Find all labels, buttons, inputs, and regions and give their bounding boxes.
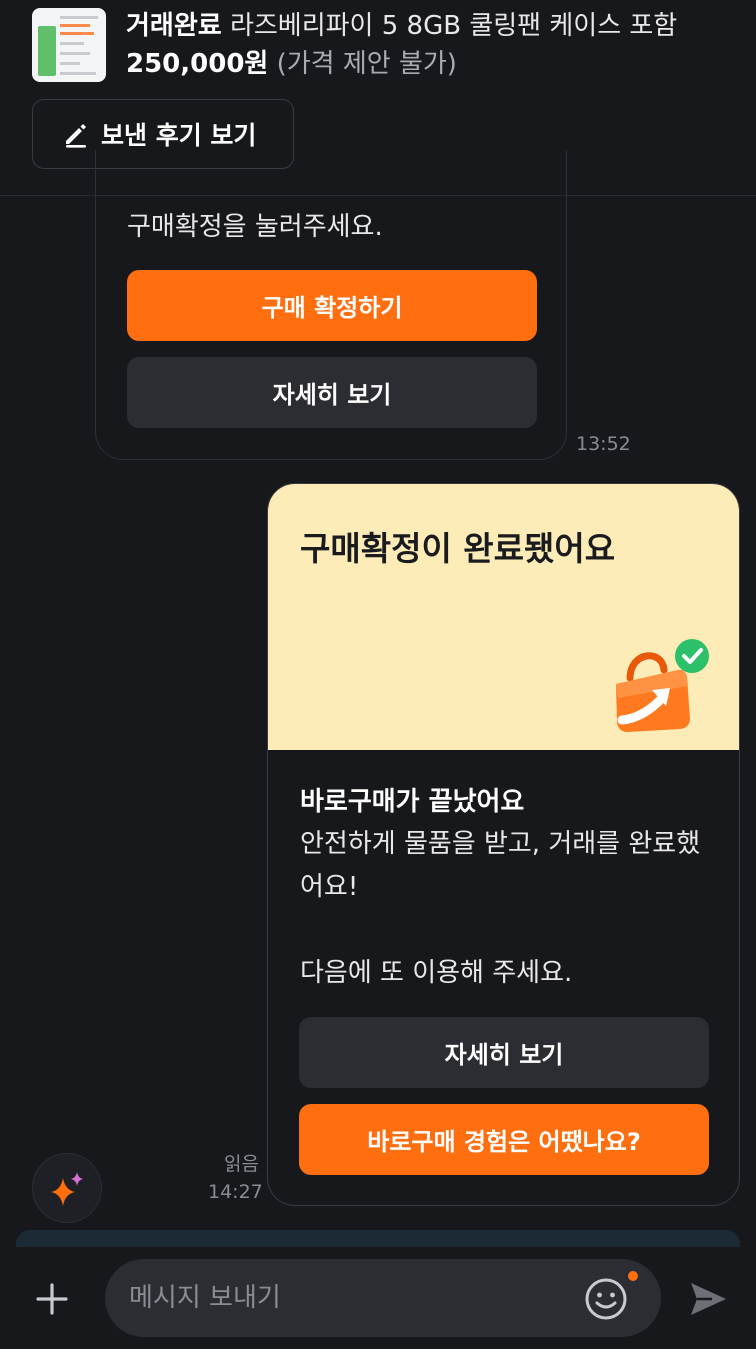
plus-icon <box>36 1283 68 1315</box>
thumbnail-line <box>60 24 90 27</box>
purchase-complete-card: 구매확정이 완료됐어요 바로구매가 끝났어요 안전하게 물품을 받고, 거래를 … <box>267 483 740 1206</box>
message-time: 13:52 <box>576 433 631 455</box>
emoji-icon[interactable] <box>584 1277 628 1321</box>
feedback-label: 바로구매 경험은 어땠나요? <box>367 1128 641 1156</box>
thumbnail-line <box>60 62 80 65</box>
complete-title: 바로구매가 끝났어요 <box>300 787 525 817</box>
product-title-row[interactable]: 거래완료 라즈베리파이 5 8GB 쿨링팬 케이스 포함 <box>126 8 677 44</box>
confirm-purchase-button[interactable]: 구매 확정하기 <box>127 270 537 341</box>
ai-assistant-button[interactable] <box>32 1153 102 1223</box>
message-input-bar <box>0 1247 756 1349</box>
pencil-icon <box>66 124 86 148</box>
shopping-bag-check-icon <box>616 639 709 732</box>
view-sent-review-label: 보낸 후기 보기 <box>101 121 257 150</box>
thumbnail-line <box>60 72 96 75</box>
feedback-button[interactable]: 바로구매 경험은 어땠나요? <box>299 1104 709 1175</box>
complete-banner-title: 구매확정이 완료됐어요 <box>300 529 616 568</box>
price-note: (가격 제안 불가) <box>276 49 457 79</box>
thumbnail-line <box>60 16 98 19</box>
view-details-label: 자세히 보기 <box>272 381 392 409</box>
send-icon[interactable] <box>688 1279 728 1319</box>
message-time: 14:27 <box>208 1181 263 1203</box>
complete-banner: 구매확정이 완료됐어요 <box>268 484 739 750</box>
product-price-row: 250,000원 (가격 제안 불가) <box>126 46 457 82</box>
thumbnail-line <box>60 42 84 45</box>
product-title: 라즈베리파이 5 8GB 쿨링팬 케이스 포함 <box>229 11 678 41</box>
trade-status: 거래완료 <box>126 11 222 41</box>
confirm-request-text: 구매확정을 눌러주세요. <box>127 212 383 242</box>
complete-text-2: 다음에 또 이용해 주세요. <box>300 958 573 988</box>
sparkle-icon <box>51 1172 83 1206</box>
read-receipt: 읽음 <box>224 1153 259 1175</box>
view-details-button[interactable]: 자세히 보기 <box>299 1017 709 1088</box>
product-price: 250,000원 <box>126 49 269 79</box>
product-thumbnail-board <box>38 26 56 76</box>
attach-button[interactable] <box>30 1277 74 1321</box>
view-details-label: 자세히 보기 <box>444 1041 564 1069</box>
message-input[interactable] <box>105 1259 661 1337</box>
thumbnail-line <box>60 52 90 55</box>
product-thumbnail[interactable] <box>32 8 106 82</box>
notification-dot <box>628 1271 638 1281</box>
purchase-confirm-request-card: 구매확정을 눌러주세요. 구매 확정하기 자세히 보기 <box>95 150 567 460</box>
complete-text: 안전하게 물품을 받고, 거래를 완료했어요! <box>300 829 701 902</box>
thumbnail-line <box>60 32 94 35</box>
confirm-purchase-label: 구매 확정하기 <box>261 294 403 322</box>
view-details-button[interactable]: 자세히 보기 <box>127 357 537 428</box>
